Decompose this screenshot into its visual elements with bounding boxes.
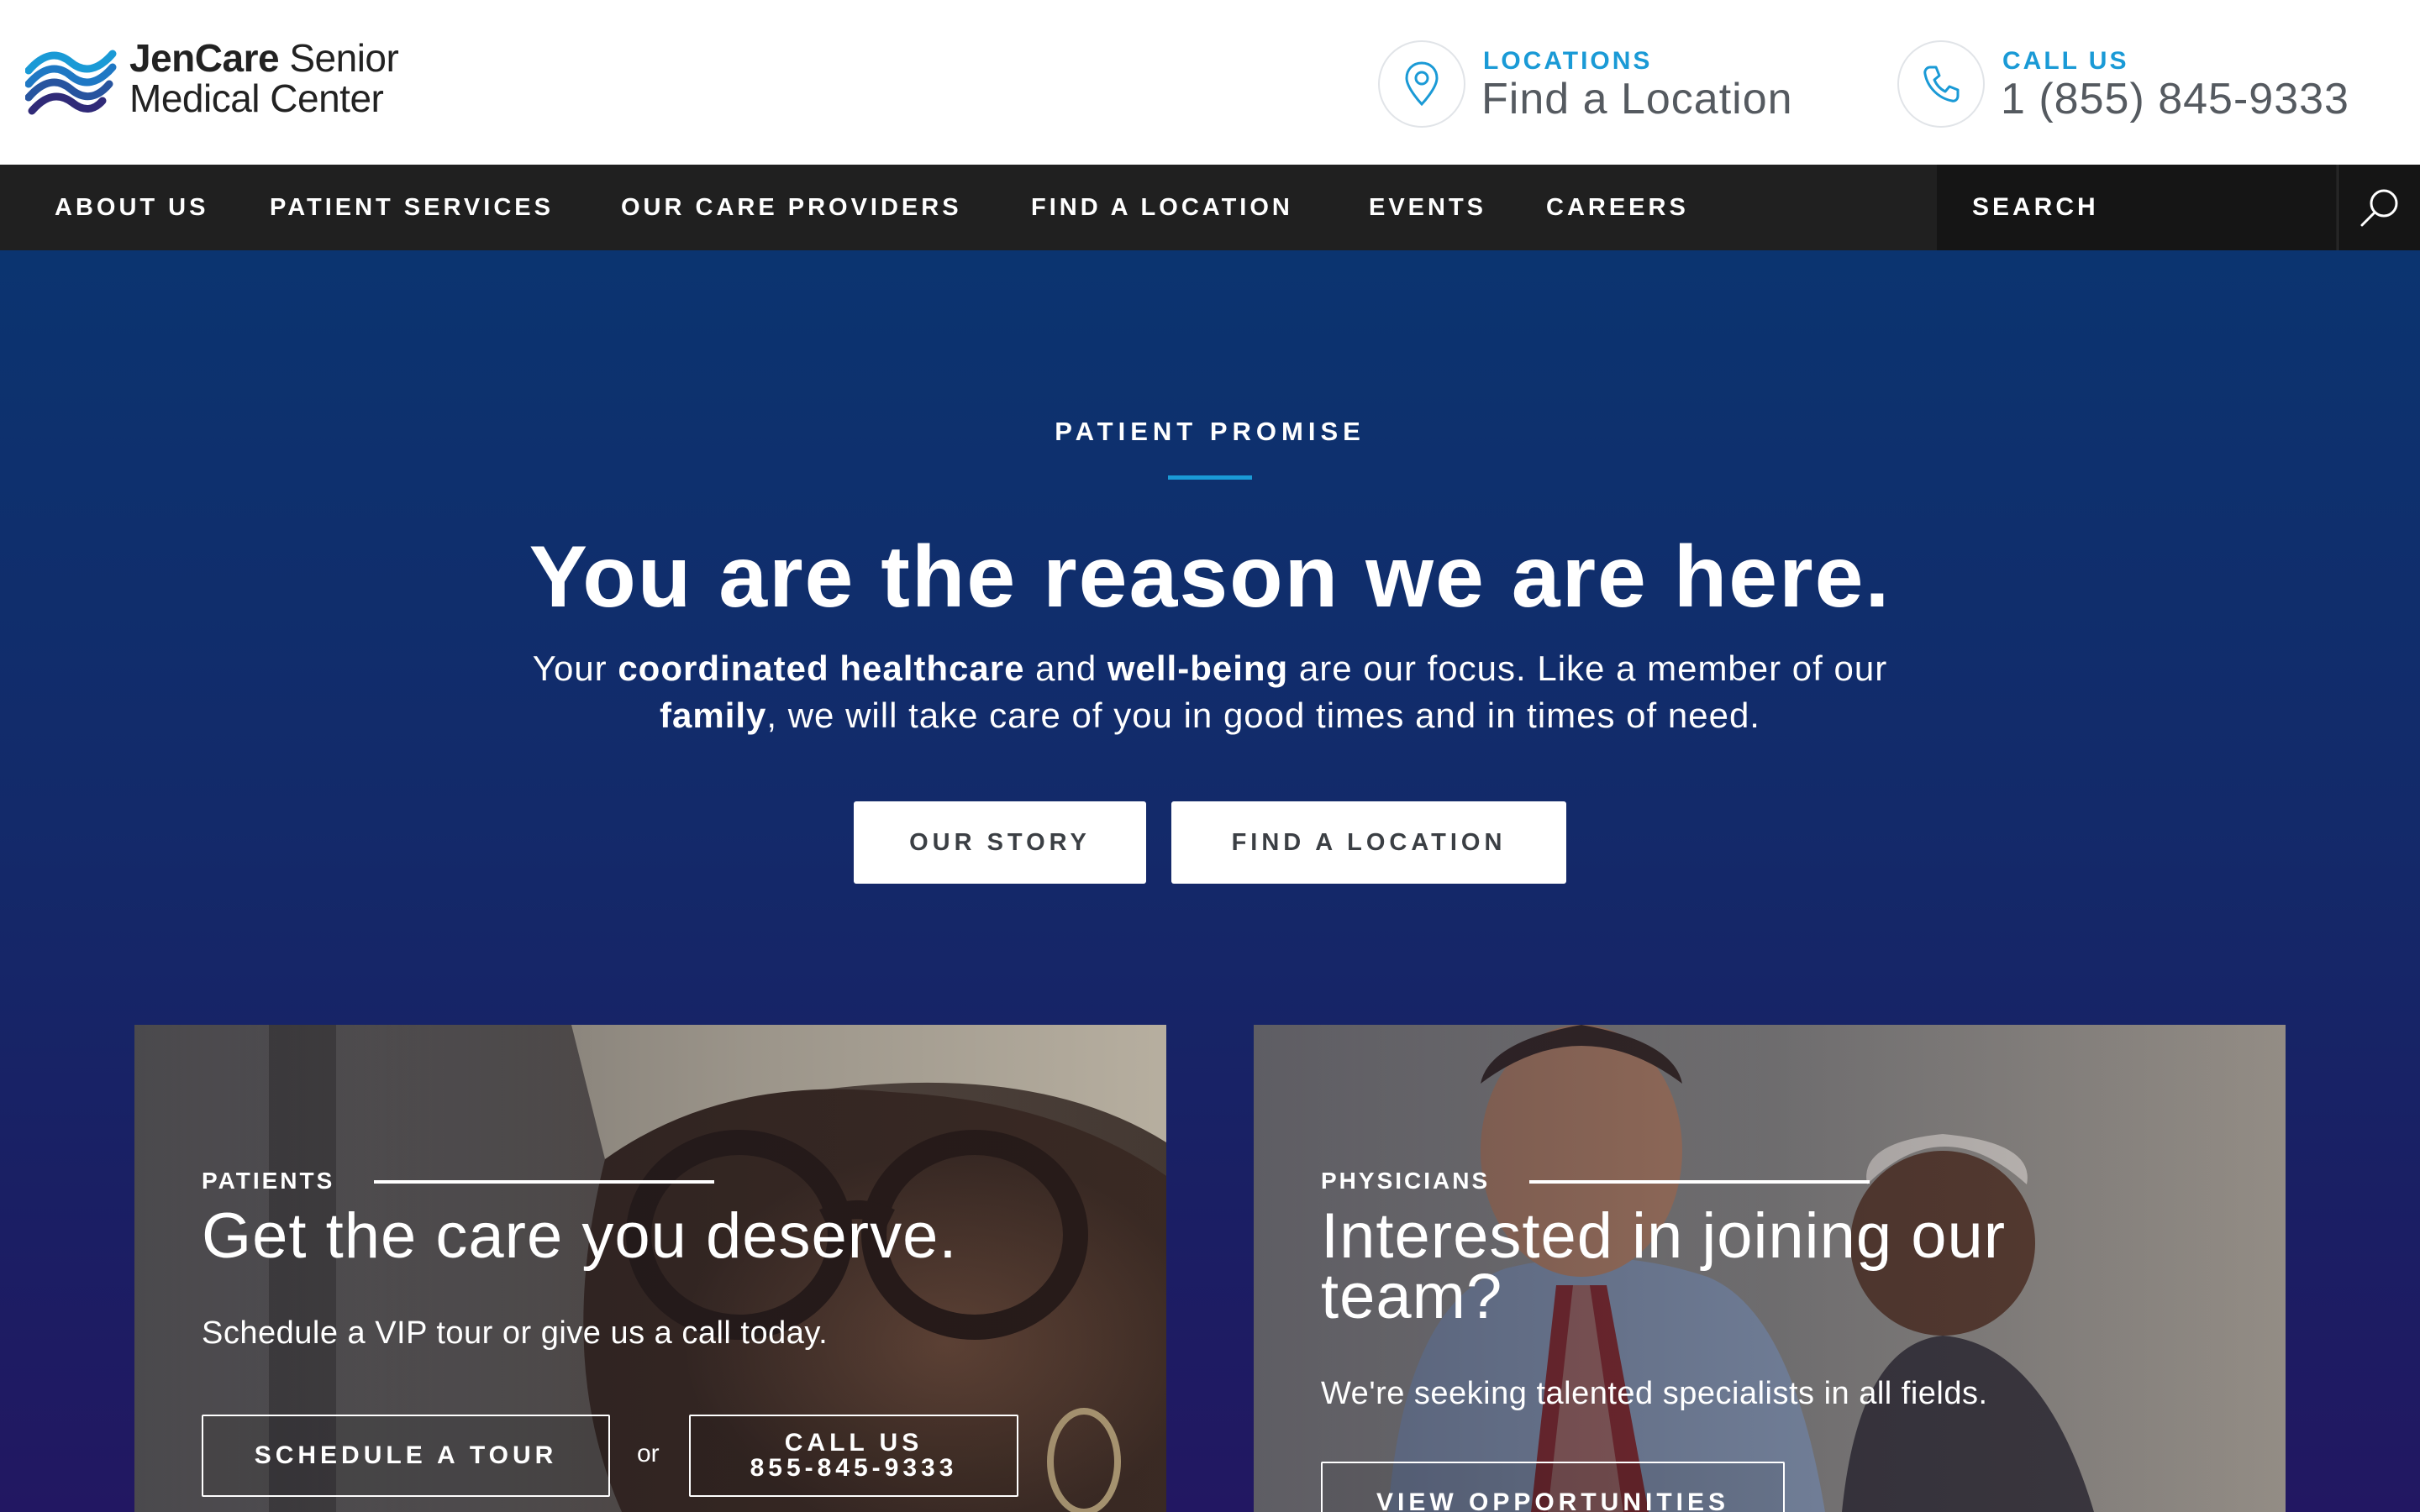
patients-subtext: Schedule a VIP tour or give us a call to… (202, 1315, 829, 1351)
logo-line-2: Medical Center (129, 76, 384, 120)
physicians-card: PHYSICIANS Interested in joining our tea… (1254, 1025, 2286, 1512)
locations-label: LOCATIONS (1483, 47, 1653, 75)
view-opportunities-label: VIEW OPPORTUNITIES (1376, 1488, 1730, 1512)
nav-patient-services[interactable]: PATIENT SERVICES (270, 165, 554, 250)
phone-icon (1897, 40, 1985, 128)
subcopy-text-2: and (1024, 648, 1107, 688)
nav-our-care-providers[interactable]: OUR CARE PROVIDERS (621, 165, 962, 250)
hero-eyebrow: PATIENT PROMISE (1055, 417, 1365, 446)
or-separator: or (637, 1440, 660, 1467)
header-call-link[interactable]: CALL US 1 (855) 845-9333 (1897, 40, 2376, 128)
patients-tag-divider (374, 1180, 714, 1184)
jencare-logo-icon (25, 50, 117, 115)
locations-value: Find a Location (1481, 75, 1793, 123)
header-locations-link[interactable]: LOCATIONS Find a Location (1378, 40, 1832, 128)
subcopy-bold-3: family (660, 696, 767, 735)
call-value: 1 (855) 845-9333 (2001, 75, 2349, 123)
subcopy-bold-1: coordinated healthcare (618, 648, 1025, 688)
subcopy-text-4: , we will take care of you in good times… (766, 696, 1760, 735)
call-us-number: 855-845-9333 (750, 1454, 958, 1482)
patients-title: Get the care you deserve. (202, 1200, 958, 1272)
physicians-tag-divider (1529, 1180, 1870, 1184)
search-input[interactable] (1937, 165, 2336, 250)
nav-find-a-location[interactable]: FIND A LOCATION (1031, 165, 1293, 250)
hero-subcopy: Your coordinated healthcare and well-bei… (504, 645, 1916, 739)
nav-careers[interactable]: CAREERS (1546, 165, 1689, 250)
search-icon (2360, 189, 2397, 227)
find-location-button[interactable]: FIND A LOCATION (1171, 801, 1566, 884)
headline-emphasis: You (529, 528, 693, 626)
physicians-title-line-1: Interested in joining our (1321, 1200, 2007, 1272)
hero-headline: You are the reason we are here. (0, 528, 2420, 627)
subcopy-text-1: Your (532, 648, 618, 688)
physicians-tag: PHYSICIANS (1321, 1168, 1491, 1194)
logo-brand-suffix: Senior (279, 36, 399, 80)
call-us-label: CALL US (784, 1429, 923, 1457)
our-story-button[interactable]: OUR STORY (854, 801, 1146, 884)
logo-wordmark: JenCare Senior Medical Center (129, 35, 399, 121)
site-logo[interactable]: JenCare Senior Medical Center (25, 34, 412, 126)
schedule-tour-button[interactable]: SCHEDULE A TOUR (202, 1415, 610, 1497)
search-box (1937, 165, 2336, 250)
schedule-tour-label: SCHEDULE A TOUR (254, 1441, 558, 1469)
physicians-title-line-2: team? (1321, 1261, 1503, 1332)
physicians-title: Interested in joining our team? (1321, 1200, 2007, 1332)
patients-tag: PATIENTS (202, 1168, 335, 1194)
physicians-subtext: We're seeking talented specialists in al… (1321, 1376, 1988, 1411)
search-button[interactable] (2338, 165, 2420, 250)
nav-events[interactable]: EVENTS (1369, 165, 1486, 250)
subcopy-text-3: are our focus. Like a member of our (1288, 648, 1888, 688)
logo-line-1: JenCare Senior (129, 35, 399, 81)
view-opportunities-button[interactable]: VIEW OPPORTUNITIES (1321, 1462, 1785, 1512)
nav-about-us[interactable]: ABOUT US (55, 165, 208, 250)
patients-card: PATIENTS Get the care you deserve. Sched… (134, 1025, 1166, 1512)
call-label: CALL US (2002, 47, 2129, 75)
subcopy-bold-2: well-being (1107, 648, 1289, 688)
map-pin-icon (1378, 40, 1465, 128)
headline-rest: are the reason we are here. (692, 528, 1891, 626)
hero-section: PATIENT PROMISE You are the reason we ar… (0, 250, 2420, 1512)
site-header: JenCare Senior Medical Center LOCATIONS … (0, 0, 2420, 165)
eyebrow-divider (1168, 475, 1252, 480)
main-nav: ABOUT US PATIENT SERVICES OUR CARE PROVI… (0, 165, 2420, 250)
call-us-button[interactable]: CALL US 855-845-9333 (689, 1415, 1018, 1497)
logo-brand-name: JenCare (129, 36, 280, 80)
